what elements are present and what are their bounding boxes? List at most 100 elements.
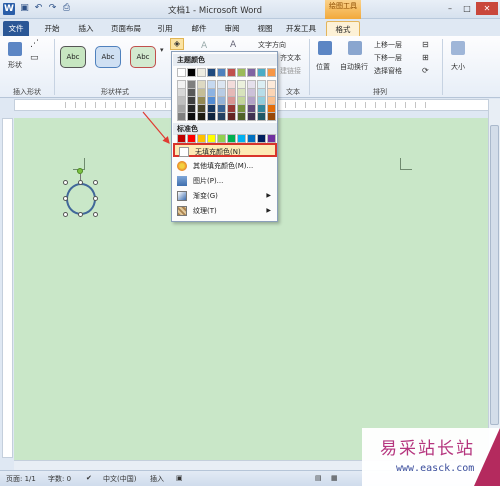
theme-color-swatch[interactable]: [207, 68, 216, 77]
theme-color-swatch[interactable]: [197, 68, 206, 77]
vertical-ruler[interactable]: [2, 118, 13, 458]
maximize-button[interactable]: □: [459, 2, 475, 15]
resize-handle[interactable]: [63, 196, 68, 201]
shapes-icon[interactable]: [8, 42, 22, 56]
tab-references[interactable]: 引用: [151, 21, 179, 36]
standard-color-swatch[interactable]: [177, 134, 186, 143]
theme-color-swatch[interactable]: [227, 68, 236, 77]
tab-review[interactable]: 审阅: [218, 21, 246, 36]
tab-format[interactable]: 格式: [326, 21, 360, 36]
picture-fill-menu-item[interactable]: 图片(P)...: [173, 174, 277, 188]
resize-handle[interactable]: [93, 196, 98, 201]
tab-mailings[interactable]: 邮件: [185, 21, 213, 36]
theme-color-shade-swatch[interactable]: [207, 112, 216, 121]
gradient-fill-menu-item[interactable]: 渐变(G) ▶: [173, 189, 277, 203]
texture-fill-menu-item[interactable]: 纹理(T) ▶: [173, 204, 277, 218]
standard-color-swatch[interactable]: [267, 134, 276, 143]
resize-handle[interactable]: [78, 212, 83, 217]
wrap-text-button[interactable]: 自动换行: [340, 62, 368, 72]
print-layout-view-icon[interactable]: ▤: [315, 474, 322, 482]
tab-home[interactable]: 开始: [38, 21, 66, 36]
group-icon[interactable]: ⊞: [422, 53, 429, 62]
send-backward-button[interactable]: 下移一层: [374, 53, 402, 63]
insert-mode-indicator[interactable]: 插入: [150, 474, 164, 484]
macro-record-icon[interactable]: ▣: [176, 474, 183, 482]
align-icon[interactable]: ⊟: [422, 40, 429, 49]
standard-color-swatch[interactable]: [247, 134, 256, 143]
shapes-label[interactable]: 形状: [8, 60, 22, 70]
theme-color-shade-swatch[interactable]: [197, 112, 206, 121]
theme-color-swatch[interactable]: [237, 68, 246, 77]
tab-view[interactable]: 视图: [251, 21, 279, 36]
theme-color-shade-swatch[interactable]: [257, 112, 266, 121]
save-icon[interactable]: ▣: [19, 3, 30, 14]
text-direction-button[interactable]: 文字方向: [258, 40, 286, 50]
undo-icon[interactable]: ↶: [33, 3, 44, 14]
rotate-icon[interactable]: ⟳: [422, 66, 429, 75]
standard-color-swatch[interactable]: [197, 134, 206, 143]
create-link-button[interactable]: 建链接: [280, 66, 301, 76]
edit-shape-icon[interactable]: ⋰: [30, 39, 39, 49]
standard-color-swatch[interactable]: [237, 134, 246, 143]
resize-handle[interactable]: [78, 180, 83, 185]
language-indicator[interactable]: 中文(中国): [103, 474, 136, 484]
more-fill-colors-menu-item[interactable]: 其他填充颜色(M)...: [173, 159, 277, 173]
bring-forward-button[interactable]: 上移一层: [374, 40, 402, 50]
no-fill-menu-item[interactable]: 无填充颜色(N): [173, 143, 277, 157]
page-count[interactable]: 页面: 1/1: [6, 474, 36, 484]
theme-color-shade-swatch[interactable]: [187, 112, 196, 121]
wordart-quick-style-icon[interactable]: A: [201, 41, 207, 51]
text-fill-icon[interactable]: A: [230, 40, 236, 50]
standard-color-swatch[interactable]: [227, 134, 236, 143]
close-button[interactable]: ✕: [476, 2, 498, 15]
shape-fill-button[interactable]: ◈: [170, 38, 184, 50]
text-box-icon[interactable]: ▭: [30, 53, 39, 63]
menu-item-label: 图片(P)...: [193, 177, 224, 185]
print-preview-icon[interactable]: ⎙: [61, 3, 72, 14]
resize-handle[interactable]: [63, 180, 68, 185]
word-count[interactable]: 字数: 0: [48, 474, 71, 484]
tab-insert[interactable]: 插入: [72, 21, 100, 36]
theme-color-shade-swatch[interactable]: [247, 112, 256, 121]
theme-color-swatch[interactable]: [257, 68, 266, 77]
theme-color-swatch[interactable]: [267, 68, 276, 77]
theme-color-shade-swatch[interactable]: [227, 112, 236, 121]
standard-color-swatch[interactable]: [217, 134, 226, 143]
theme-color-shade-swatch[interactable]: [237, 112, 246, 121]
redo-icon[interactable]: ↷: [47, 3, 58, 14]
position-button[interactable]: 位置: [316, 62, 330, 72]
size-icon[interactable]: [451, 41, 465, 55]
resize-handle[interactable]: [63, 212, 68, 217]
selected-circle-shape[interactable]: [66, 183, 96, 215]
align-text-button[interactable]: 齐文本: [280, 53, 301, 63]
reading-view-icon[interactable]: ▦: [331, 474, 338, 482]
vertical-scrollbar[interactable]: [488, 99, 500, 460]
theme-color-swatch[interactable]: [177, 68, 186, 77]
shape-style-1-button[interactable]: Abc: [60, 46, 86, 68]
theme-color-swatch[interactable]: [217, 68, 226, 77]
shape-style-3-button[interactable]: Abc: [130, 46, 156, 68]
theme-color-swatch[interactable]: [247, 68, 256, 77]
theme-color-shade-swatch[interactable]: [177, 112, 186, 121]
theme-color-shade-swatch[interactable]: [217, 112, 226, 121]
standard-color-swatch[interactable]: [257, 134, 266, 143]
size-button[interactable]: 大小: [451, 62, 465, 72]
style-gallery-more-icon[interactable]: ▾: [160, 46, 164, 54]
theme-color-swatch[interactable]: [187, 68, 196, 77]
shape-style-2-button[interactable]: Abc: [95, 46, 121, 68]
wrap-text-icon[interactable]: [348, 41, 362, 55]
position-icon[interactable]: [318, 41, 332, 55]
resize-handle[interactable]: [93, 180, 98, 185]
theme-color-shade-swatch[interactable]: [267, 112, 276, 121]
selection-pane-button[interactable]: 选择窗格: [374, 66, 402, 76]
tab-developer[interactable]: 开发工具: [282, 21, 320, 36]
minimize-button[interactable]: –: [442, 2, 458, 15]
rotation-handle[interactable]: [77, 168, 83, 174]
tab-file[interactable]: 文件: [3, 21, 29, 36]
proofing-icon[interactable]: ✔: [86, 474, 92, 482]
standard-color-swatch[interactable]: [187, 134, 196, 143]
resize-handle[interactable]: [93, 212, 98, 217]
tab-page-layout[interactable]: 页面布局: [106, 21, 146, 36]
standard-color-swatch[interactable]: [207, 134, 216, 143]
scrollbar-thumb[interactable]: [490, 125, 499, 425]
